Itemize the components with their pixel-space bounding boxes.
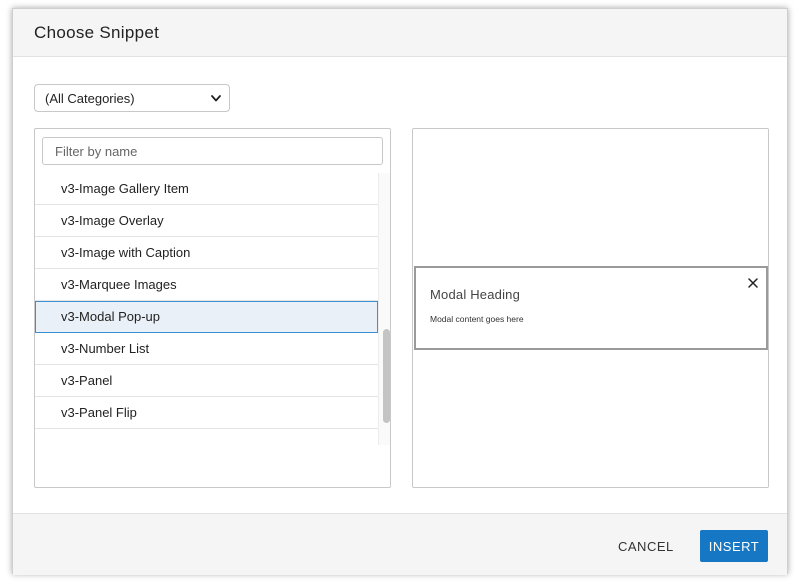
filter-input[interactable] <box>42 137 383 165</box>
snippet-preview-panel: Modal Heading Modal content goes here <box>412 128 769 488</box>
dialog-header: Choose Snippet <box>13 9 787 57</box>
snippet-item-marquee-images[interactable]: v3-Marquee Images <box>35 269 378 301</box>
modal-preview: Modal Heading Modal content goes here <box>414 266 768 350</box>
choose-snippet-dialog: Choose Snippet (All Categories) v3-Image… <box>12 8 788 575</box>
chevron-down-icon <box>207 84 225 112</box>
dialog-footer: CANCEL INSERT <box>13 513 787 575</box>
close-icon <box>747 276 759 288</box>
snippet-list: v3-Image Gallery Item v3-Image Overlay v… <box>35 173 379 445</box>
snippet-item-panel[interactable]: v3-Panel <box>35 365 378 397</box>
cancel-button[interactable]: CANCEL <box>618 534 674 558</box>
list-scrollbar-thumb[interactable] <box>383 329 390 423</box>
list-scrollbar[interactable] <box>378 173 390 445</box>
snippet-list-panel: v3-Image Gallery Item v3-Image Overlay v… <box>34 128 391 488</box>
snippet-item-image-with-caption[interactable]: v3-Image with Caption <box>35 237 378 269</box>
modal-heading: Modal Heading <box>430 287 521 302</box>
snippet-item-modal-popup[interactable]: v3-Modal Pop-up <box>35 301 378 333</box>
snippet-item-image-gallery-item[interactable]: v3-Image Gallery Item <box>35 173 378 205</box>
modal-content: Modal content goes here <box>430 314 524 324</box>
dialog-title: Choose Snippet <box>34 23 160 42</box>
category-select[interactable]: (All Categories) <box>34 84 230 112</box>
snippet-item-panel-flip[interactable]: v3-Panel Flip <box>35 397 378 429</box>
snippet-item-image-overlay[interactable]: v3-Image Overlay <box>35 205 378 237</box>
snippet-item-number-list[interactable]: v3-Number List <box>35 333 378 365</box>
insert-button[interactable]: INSERT <box>700 530 768 562</box>
category-select-value: (All Categories) <box>45 90 135 106</box>
